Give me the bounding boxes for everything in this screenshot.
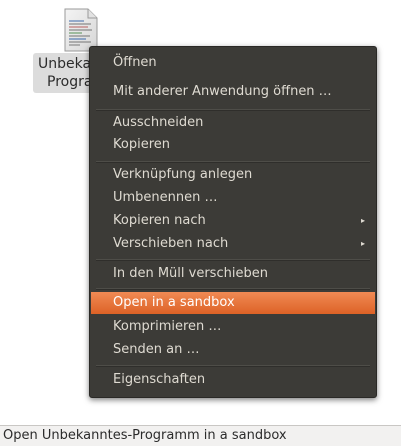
menu-item-label: Ausschneiden: [113, 115, 204, 130]
menu-item-label: Open in a sandbox: [113, 295, 235, 310]
menu-item-cut[interactable]: Ausschneiden: [91, 112, 375, 134]
menu-item-label: Eigenschaften: [113, 372, 206, 387]
menu-item-rename[interactable]: Umbenennen …: [91, 187, 375, 209]
file-label-line-2[interactable]: Progra: [47, 74, 92, 90]
menu-separator: [96, 161, 370, 163]
menu-item-label: Verknüpfung anlegen: [113, 167, 253, 182]
menu-item-label: Öffnen: [113, 55, 157, 70]
menu-item-move-to[interactable]: Verschieben nach ▸: [91, 233, 375, 255]
menu-item-open[interactable]: Öffnen: [91, 52, 375, 74]
menu-item-label: Mit anderer Anwendung öffnen …: [113, 84, 332, 99]
menu-separator: [96, 259, 370, 261]
menu-item-label: Kopieren nach: [113, 213, 206, 228]
menu-item-send-to[interactable]: Senden an …: [91, 339, 375, 361]
menu-item-label: Umbenennen …: [113, 190, 218, 205]
menu-item-label: Senden an …: [113, 342, 200, 357]
menu-item-label: Verschieben nach: [113, 236, 229, 251]
context-menu: Öffnen Mit anderer Anwendung öffnen … Au…: [89, 46, 377, 398]
status-bar: Open Unbekanntes-Programm in a sandbox: [0, 425, 401, 446]
submenu-arrow-icon: ▸: [360, 216, 365, 225]
menu-item-open-in-sandbox[interactable]: Open in a sandbox: [91, 292, 375, 314]
menu-item-label: Kopieren: [113, 137, 170, 152]
menu-separator: [96, 288, 370, 290]
menu-separator: [96, 109, 370, 111]
menu-separator: [96, 365, 370, 367]
status-text: Open Unbekanntes-Programm in a sandbox: [3, 428, 287, 443]
menu-item-make-link[interactable]: Verknüpfung anlegen: [91, 164, 375, 186]
menu-item-move-to-trash[interactable]: In den Müll verschieben: [91, 263, 375, 285]
menu-item-copy[interactable]: Kopieren: [91, 134, 375, 156]
menu-item-properties[interactable]: Eigenschaften: [91, 369, 375, 391]
menu-item-copy-to[interactable]: Kopieren nach ▸: [91, 210, 375, 232]
menu-item-compress[interactable]: Komprimieren …: [91, 316, 375, 338]
menu-item-label: Komprimieren …: [113, 319, 222, 334]
menu-item-open-with[interactable]: Mit anderer Anwendung öffnen …: [91, 81, 375, 103]
submenu-arrow-icon: ▸: [360, 239, 365, 248]
menu-item-label: In den Müll verschieben: [113, 266, 268, 281]
